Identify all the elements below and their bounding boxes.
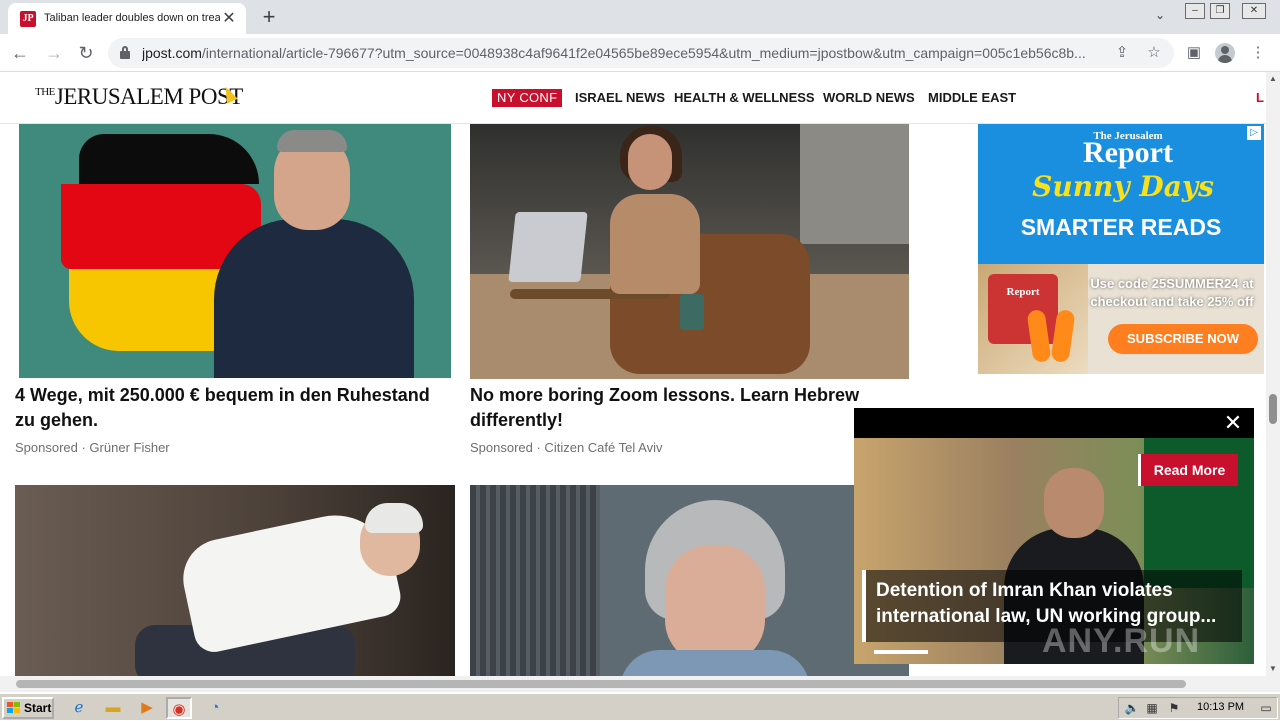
site-logo[interactable]: THEJERUSALEM POST (35, 84, 243, 110)
woman-face (665, 545, 765, 665)
url-text[interactable]: jpost.com/international/article-796677?u… (142, 45, 1102, 61)
laptop (508, 212, 588, 282)
ad-promo-text: Use code 25SUMMER24 at checkout and take… (1090, 276, 1254, 309)
tab-strip: JP Taliban leader doubles down on treat … (0, 0, 1280, 34)
tab-title: Taliban leader doubles down on treat (44, 12, 220, 24)
tab-close-icon[interactable]: ✕ (220, 10, 238, 28)
nav-israel-news[interactable]: ISRAEL NEWS (575, 89, 665, 107)
ad-headline: Sunny Days (1032, 170, 1214, 203)
close-icon[interactable]: ✕ (1222, 412, 1244, 434)
card-sponsor[interactable]: Sponsored · Grüner Fisher (15, 440, 170, 455)
internet-explorer-icon[interactable]: ℯ (66, 697, 92, 719)
edge-icon[interactable]: ◔ (202, 697, 228, 719)
flag-black-stripe (79, 134, 259, 184)
ad-brand: Report (1083, 136, 1173, 169)
volume-icon[interactable]: 🔈 (1123, 700, 1141, 716)
site-header: THEJERUSALEM POST NY CONF ISRAEL NEWS HE… (0, 72, 1266, 124)
watermark: ANY.RUN (1042, 622, 1201, 660)
start-label: Start (24, 701, 52, 715)
media-player-icon[interactable]: ▶ (134, 697, 160, 719)
menu-kebab-icon[interactable]: ⋮ (1246, 41, 1270, 65)
nav-health-wellness[interactable]: HEALTH & WELLNESS (674, 89, 815, 107)
lock-icon[interactable] (120, 46, 130, 59)
network-icon[interactable]: ▦ (1143, 700, 1161, 716)
card-image-old-man[interactable] (15, 485, 455, 676)
report-ad-banner[interactable]: ▷ The Jerusalem Report Sunny Days SMARTE… (978, 124, 1264, 374)
video-progress-bar[interactable] (874, 650, 928, 654)
scroll-up-icon[interactable]: ▲ (1266, 72, 1280, 86)
nav-ny-conf[interactable]: NY CONF (492, 89, 563, 107)
ad-subhead: SMARTER READS (1020, 214, 1222, 240)
window-close-button[interactable]: ✕ (1242, 3, 1266, 19)
man-shirt (214, 219, 414, 378)
clock: 10:13 PM (1197, 701, 1245, 713)
show-desktop-icon[interactable]: ▭ (1257, 700, 1275, 716)
card-sponsor[interactable]: Sponsored · Citizen Café Tel Aviv (470, 440, 662, 455)
back-button[interactable]: ← (8, 41, 32, 65)
vertical-scrollbar[interactable]: ▲ ▼ (1266, 72, 1280, 676)
windows-taskbar: Start ℯ ▬ ▶ ◉ ◔ 🔈 ▦ ⚑ 10:13 PM ▭ (0, 692, 1280, 720)
side-panel-icon[interactable]: ▣ (1182, 41, 1206, 65)
card-title[interactable]: No more boring Zoom lessons. Learn Hebre… (470, 383, 910, 433)
ac-unit (470, 485, 600, 676)
security-icon[interactable]: ⚑ (1165, 700, 1183, 716)
address-bar[interactable]: jpost.com/international/article-796677?u… (108, 38, 1174, 68)
card-title[interactable]: 4 Wege, mit 250.000 € bequem in den Ruhe… (15, 383, 445, 433)
nav-middle-east[interactable]: MIDDLE EAST (928, 89, 1016, 107)
logo-name: JERUSALEM POST (54, 84, 243, 109)
cup (680, 294, 704, 330)
scrollbar-thumb[interactable] (1269, 394, 1277, 424)
beach-bag-label: Report (1006, 286, 1040, 298)
start-button[interactable]: Start (2, 697, 54, 719)
man-hair (365, 503, 423, 533)
logo-the: THE (35, 86, 55, 98)
cafe-window (800, 124, 909, 244)
woman-head (628, 134, 672, 190)
minimize-button[interactable]: – (1185, 3, 1205, 19)
horizontal-scrollbar[interactable] (0, 676, 1280, 692)
video-frame[interactable]: Read More Detention of Imran Khan violat… (854, 438, 1254, 664)
tab-search-button[interactable]: ⌄ (1150, 8, 1170, 26)
chrome-icon[interactable]: ◉ (166, 697, 192, 719)
scrollbar-thumb[interactable] (16, 680, 1186, 688)
speaker-head (1044, 468, 1104, 538)
video-popup[interactable]: ✕ Read More Detention of Imran Khan viol… (854, 408, 1254, 664)
card-image-germany[interactable] (19, 124, 451, 378)
system-tray: 🔈 ▦ ⚑ 10:13 PM ▭ (1118, 697, 1278, 719)
forward-button[interactable]: → (42, 41, 66, 65)
scroll-down-icon[interactable]: ▼ (1266, 662, 1280, 676)
browser-toolbar: ← → ↻ jpost.com/international/article-79… (0, 34, 1280, 72)
card-image-hebrew[interactable] (470, 124, 909, 379)
card-image-old-woman[interactable] (470, 485, 909, 676)
url-path: /international/article-796677?utm_source… (201, 45, 1086, 61)
jpost-favicon-icon: JP (20, 11, 36, 27)
share-icon[interactable]: ⇪ (1112, 43, 1132, 63)
woman-body (610, 194, 700, 294)
woman-shirt (620, 650, 810, 676)
profile-avatar-icon[interactable] (1215, 43, 1235, 63)
man-hair (277, 130, 347, 152)
new-tab-button[interactable]: + (256, 5, 282, 31)
nav-overflow-item[interactable]: L (1256, 89, 1264, 107)
reload-button[interactable]: ↻ (74, 41, 98, 65)
folder-icon[interactable]: ▬ (100, 697, 126, 719)
read-more-button[interactable]: Read More (1138, 454, 1238, 486)
subscribe-button[interactable]: SUBSCRIBE NOW (1108, 324, 1258, 354)
restore-button[interactable]: ❐ (1210, 3, 1230, 19)
browser-tab[interactable]: JP Taliban leader doubles down on treat … (8, 3, 246, 34)
nav-world-news[interactable]: WORLD NEWS (823, 89, 915, 107)
windows-logo-icon (7, 702, 21, 714)
bookmark-star-icon[interactable]: ☆ (1144, 43, 1164, 63)
url-host: jpost.com (142, 45, 202, 61)
